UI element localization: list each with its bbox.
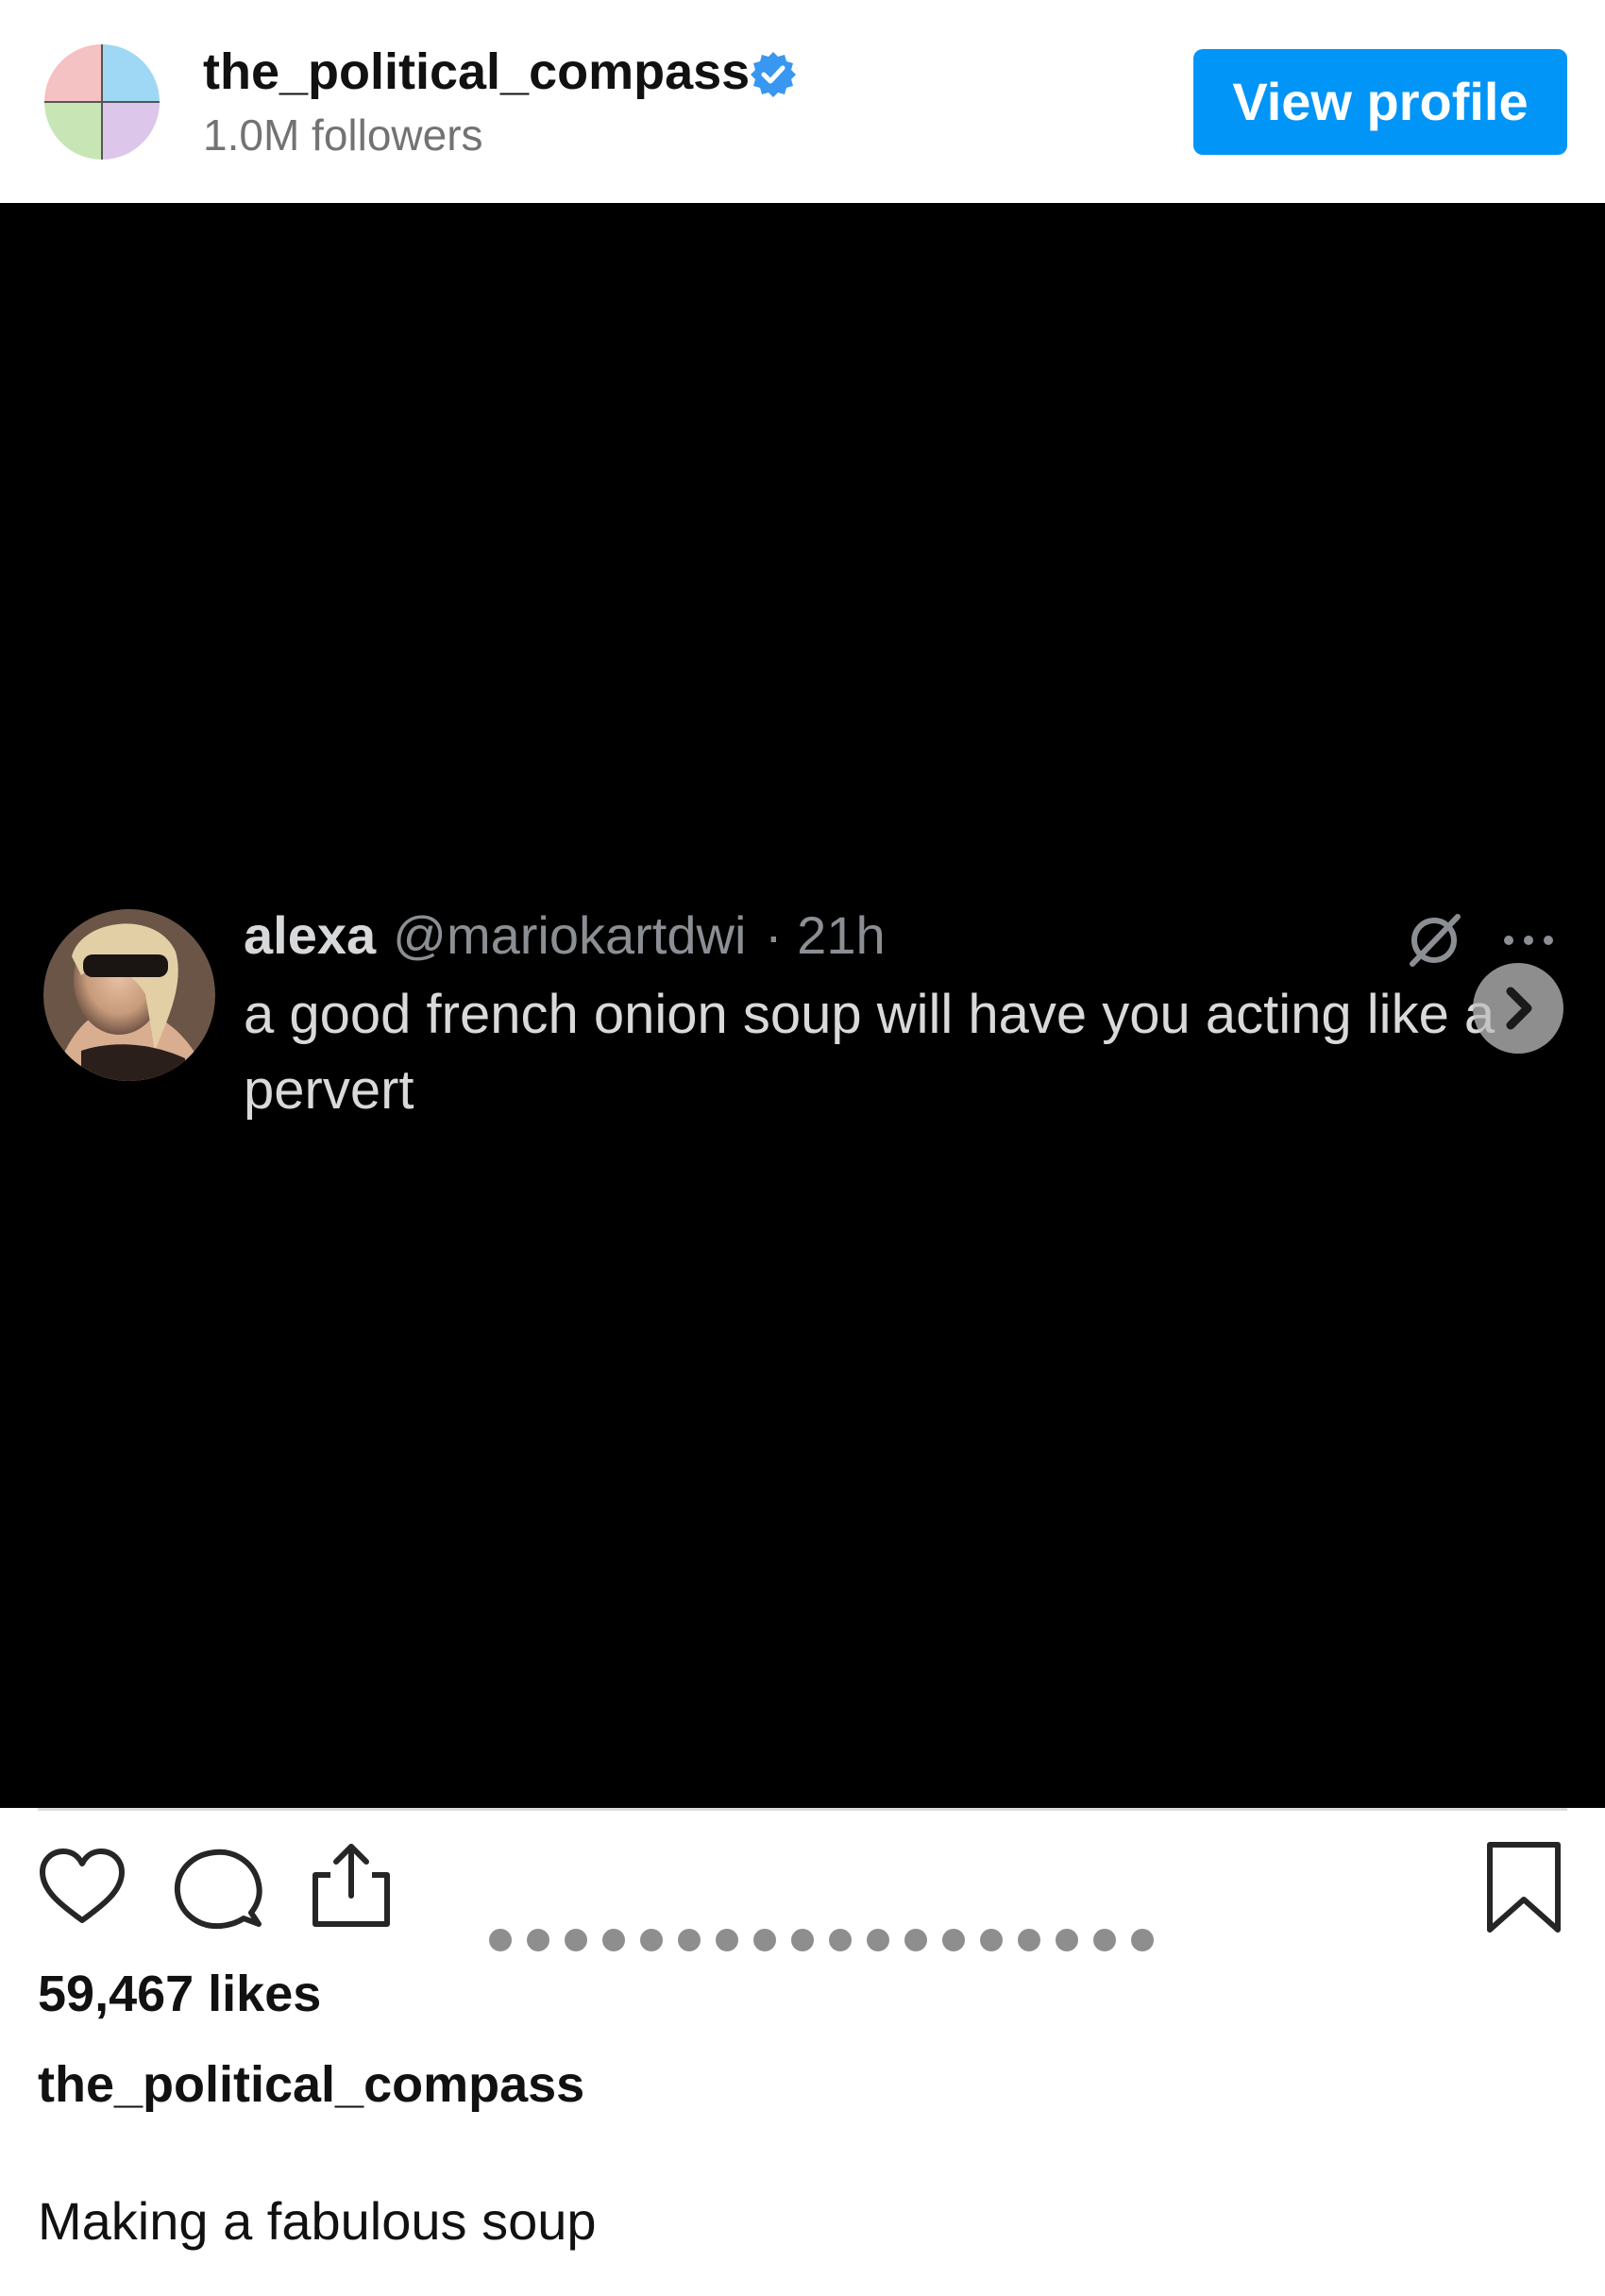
carousel-dot <box>753 1929 776 1951</box>
carousel-dot <box>716 1929 738 1951</box>
carousel-dot <box>451 1929 474 1951</box>
like-button[interactable] <box>33 1839 131 1937</box>
verified-badge-icon <box>751 52 796 97</box>
carousel-dot <box>904 1929 927 1951</box>
carousel-dot <box>1093 1929 1116 1951</box>
bookmark-icon <box>1487 1842 1561 1933</box>
account-name[interactable]: the_political_compass <box>203 40 750 104</box>
tweet-header: alexa @mariokartdwi · 21h <box>244 902 886 970</box>
next-slide-button[interactable] <box>1473 963 1563 1054</box>
chevron-right-icon <box>1506 987 1532 1030</box>
carousel-dot <box>602 1929 625 1951</box>
post-header: the_political_compass 1.0M followers Vie… <box>0 0 1605 203</box>
carousel-dot <box>1018 1929 1040 1951</box>
view-profile-button[interactable]: View profile <box>1193 49 1567 155</box>
tweet-text: a good french onion soup will have you a… <box>244 977 1565 1128</box>
carousel-dot <box>640 1929 663 1951</box>
followers-count: 1.0M followers <box>203 110 483 160</box>
tweet-author-avatar <box>43 909 215 1081</box>
share-button[interactable] <box>302 1837 400 1935</box>
comment-icon <box>174 1849 262 1930</box>
carousel-dot <box>1056 1929 1078 1951</box>
share-icon <box>313 1844 390 1927</box>
account-avatar[interactable] <box>44 44 160 160</box>
political-compass-logo-icon <box>44 44 160 160</box>
tweet-author-name: alexa <box>244 905 377 965</box>
heart-icon <box>40 1849 125 1923</box>
post-media[interactable]: alexa @mariokartdwi · 21h a good french o… <box>0 203 1605 1951</box>
caption-text: Making a fabulous soup <box>38 2191 597 2251</box>
carousel-dot <box>980 1929 1003 1951</box>
carousel-dot <box>489 1929 512 1951</box>
carousel-dot <box>867 1929 889 1951</box>
comment-button[interactable] <box>168 1839 266 1937</box>
likes-count[interactable]: 59,467 likes <box>38 1962 321 2026</box>
save-button[interactable] <box>1475 1839 1573 1937</box>
grok-icon <box>1410 914 1461 967</box>
carousel-dot <box>791 1929 814 1951</box>
carousel-dot <box>565 1929 587 1951</box>
carousel-dot <box>1131 1929 1154 1951</box>
more-options-icon <box>1504 936 1553 945</box>
tweet-time: · 21h <box>764 905 886 965</box>
tweet-text-line: a good french onion soup will have you a… <box>244 984 1495 1045</box>
tweet-author-handle: @mariokartdwi <box>393 905 747 965</box>
carousel-dot <box>678 1929 701 1951</box>
divider <box>38 1808 1567 1811</box>
carousel-dot <box>527 1929 549 1951</box>
tweet-text-line: pervert <box>244 1059 414 1121</box>
caption-author[interactable]: the_political_compass <box>38 2052 584 2117</box>
carousel-dot <box>942 1929 965 1951</box>
carousel-dot <box>829 1929 852 1951</box>
